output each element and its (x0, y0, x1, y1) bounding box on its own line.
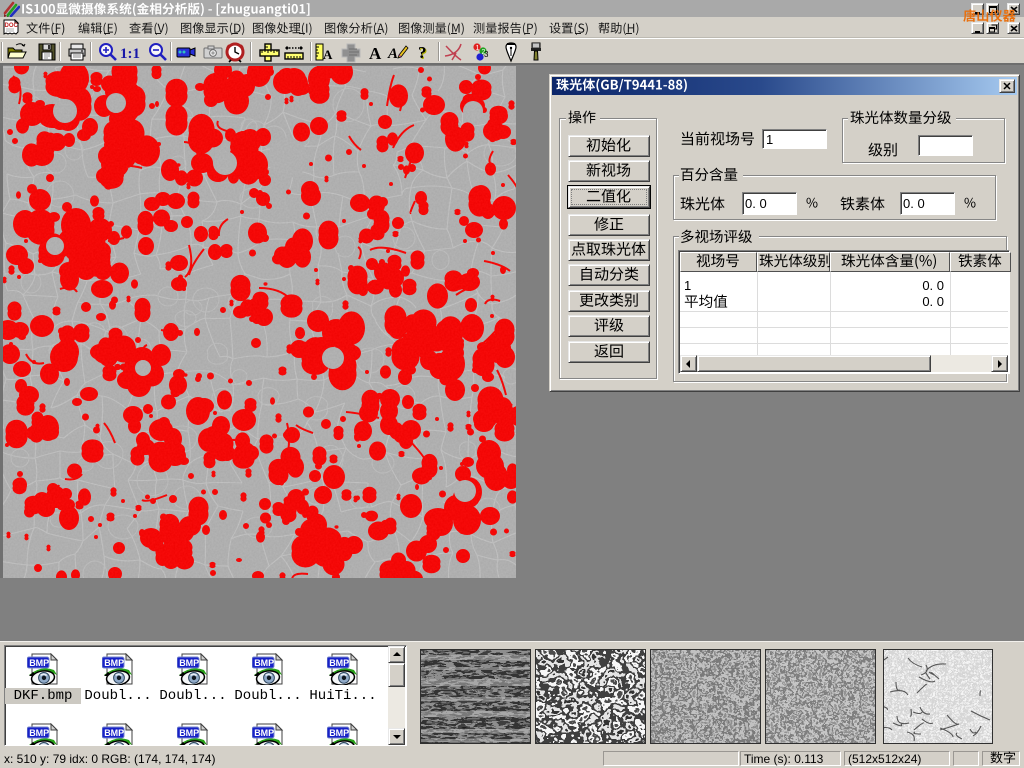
svg-text:A: A (323, 47, 333, 62)
svg-text:1:1: 1:1 (120, 46, 140, 62)
svg-text:1: 1 (476, 45, 480, 52)
svg-text:A: A (387, 46, 398, 62)
svg-text:DOC: DOC (5, 23, 19, 29)
svg-text:A: A (369, 44, 382, 63)
svg-text:3: 3 (484, 50, 489, 59)
svg-text:?: ? (418, 43, 427, 62)
